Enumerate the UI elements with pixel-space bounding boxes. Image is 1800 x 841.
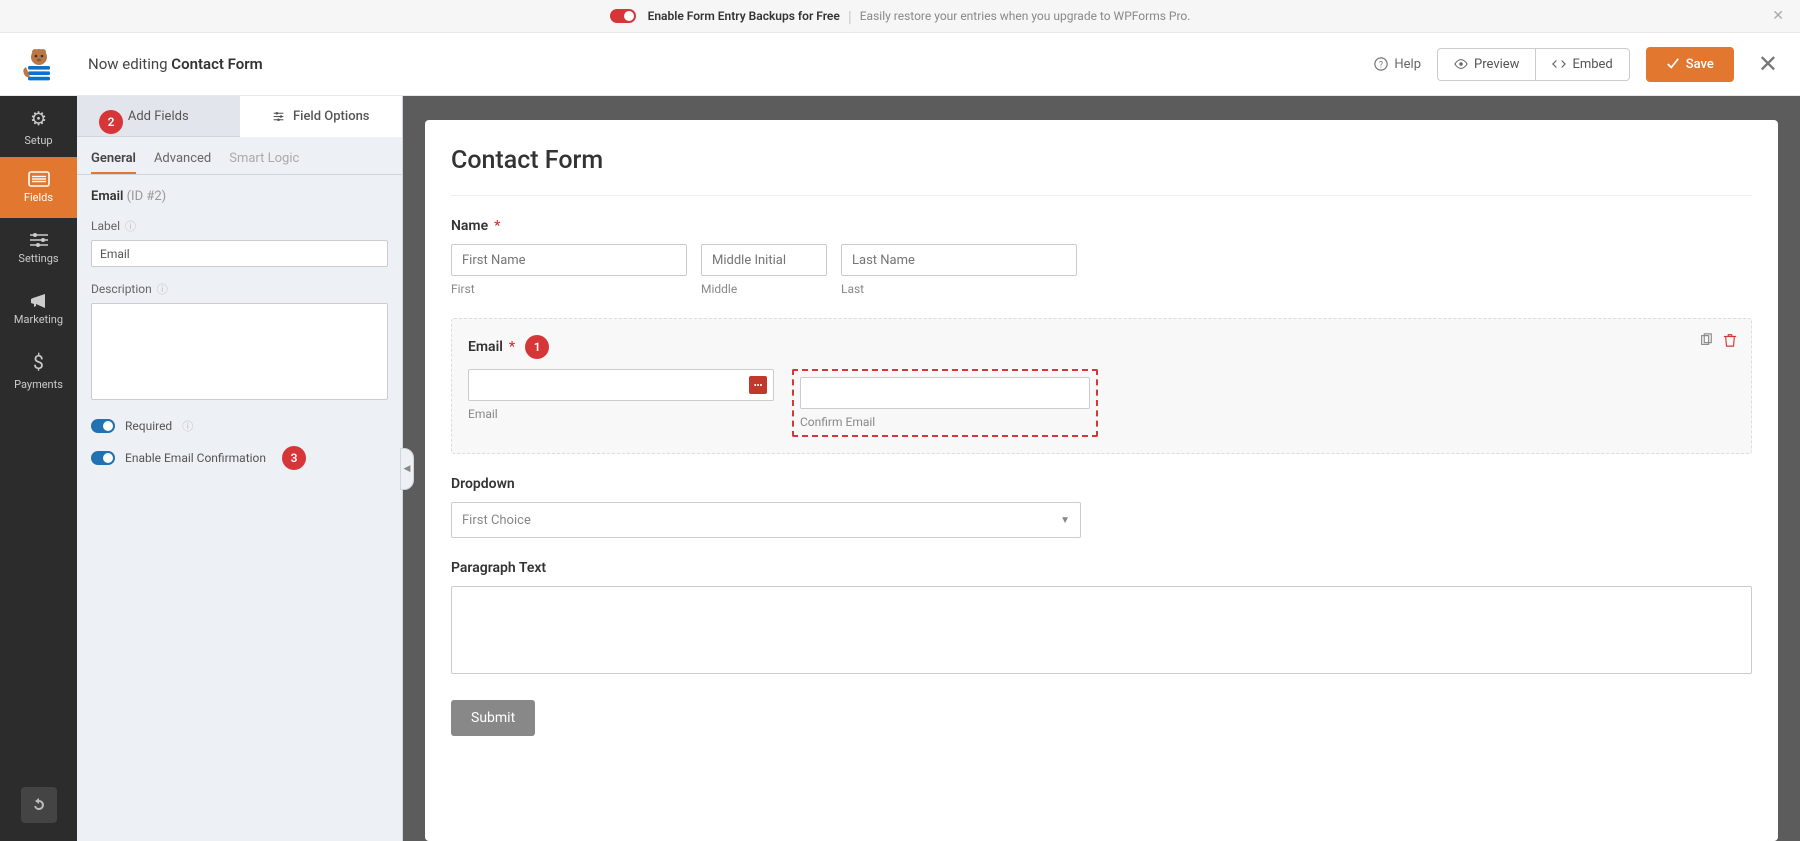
embed-button[interactable]: Embed: [1535, 48, 1629, 81]
help-link[interactable]: ? Help: [1374, 57, 1421, 72]
required-toggle[interactable]: [91, 419, 115, 433]
required-asterisk: *: [494, 218, 500, 234]
collapse-panel-button[interactable]: ◀: [400, 448, 414, 490]
middle-initial-input[interactable]: [701, 244, 827, 276]
submit-button[interactable]: Submit: [451, 700, 535, 736]
field-paragraph[interactable]: Paragraph Text: [451, 560, 1752, 678]
svg-text:?: ?: [1379, 61, 1383, 71]
email-confirmation-label: Enable Email Confirmation: [125, 451, 266, 465]
sidebar-nav: ⚙ Setup Fields Settings Marketing $ Paym…: [0, 96, 77, 841]
help-icon[interactable]: ⓘ: [125, 218, 136, 234]
badge-3: 3: [282, 446, 306, 470]
tab-field-options[interactable]: Field Options: [240, 96, 403, 137]
form-preview: Contact Form Name * First Middle: [425, 120, 1778, 841]
help-icon: ?: [1374, 57, 1388, 71]
close-builder-icon[interactable]: ✕: [1754, 50, 1782, 78]
email-input[interactable]: [468, 369, 774, 401]
bullhorn-icon: [29, 293, 49, 309]
banner-sub-text: Easily restore your entries when you upg…: [860, 9, 1191, 23]
description-label: Description ⓘ: [91, 281, 388, 297]
preview-button[interactable]: Preview: [1437, 48, 1535, 81]
revert-icon: [31, 797, 47, 813]
nav-marketing[interactable]: Marketing: [0, 279, 77, 340]
options-panel: Add Fields 2 Field Options General Advan…: [77, 96, 403, 841]
form-icon: [28, 171, 50, 187]
form-title: Contact Form: [451, 146, 1752, 196]
banner-bold-text: Enable Form Entry Backups for Free: [648, 9, 840, 23]
help-icon[interactable]: ⓘ: [182, 418, 193, 434]
sliders-icon: [29, 232, 49, 248]
tab-add-fields[interactable]: Add Fields 2: [77, 96, 240, 137]
save-button[interactable]: Save: [1646, 47, 1734, 82]
check-icon: [1666, 57, 1680, 71]
subtab-advanced[interactable]: Advanced: [154, 145, 211, 174]
paragraph-textarea[interactable]: [451, 586, 1752, 674]
subtab-smart-logic: Smart Logic: [229, 145, 299, 174]
field-email[interactable]: Email * 1 •••: [451, 318, 1752, 454]
chevron-down-icon: ▼: [1060, 515, 1070, 526]
required-asterisk: *: [509, 339, 515, 355]
badge-2: 2: [99, 110, 123, 134]
duplicate-icon[interactable]: [1699, 333, 1713, 347]
email-confirmation-toggle[interactable]: [91, 451, 115, 465]
gear-icon: ⚙: [30, 107, 47, 130]
label-label: Label ⓘ: [91, 218, 388, 234]
field-dropdown[interactable]: Dropdown First Choice ▼: [451, 476, 1752, 538]
last-name-input[interactable]: [841, 244, 1077, 276]
label-input[interactable]: [91, 240, 388, 267]
code-icon: [1552, 57, 1566, 71]
nav-setup[interactable]: ⚙ Setup: [0, 96, 77, 157]
eye-icon: [1454, 57, 1468, 71]
trash-icon[interactable]: [1723, 333, 1737, 347]
password-manager-icon[interactable]: •••: [749, 376, 767, 394]
dollar-icon: $: [33, 351, 44, 374]
first-name-input[interactable]: [451, 244, 687, 276]
banner-toggle[interactable]: [610, 9, 636, 23]
section-title: Email (ID #2): [91, 189, 388, 204]
canvas: Contact Form Name * First Middle: [403, 96, 1800, 841]
subtab-general[interactable]: General: [91, 145, 136, 174]
revert-button[interactable]: [21, 787, 57, 823]
badge-1: 1: [525, 335, 549, 359]
header-button-group: Preview Embed: [1437, 48, 1630, 81]
required-toggle-label: Required: [125, 419, 172, 433]
dropdown-select[interactable]: First Choice ▼: [451, 502, 1081, 538]
description-textarea[interactable]: [91, 303, 388, 400]
sliders-icon: [272, 110, 285, 123]
nav-payments[interactable]: $ Payments: [0, 340, 77, 401]
nav-settings[interactable]: Settings: [0, 218, 77, 279]
header-bar: Now editing Contact Form ? Help Preview …: [0, 33, 1800, 96]
close-icon[interactable]: ✕: [1772, 8, 1784, 24]
confirm-email-input[interactable]: [800, 377, 1090, 409]
editing-label: Now editing Contact Form: [88, 55, 263, 73]
field-name[interactable]: Name * First Middle Last: [451, 218, 1752, 296]
wpforms-logo: [18, 43, 60, 85]
help-icon[interactable]: ⓘ: [157, 281, 168, 297]
nav-fields[interactable]: Fields: [0, 157, 77, 218]
promo-banner: Enable Form Entry Backups for Free | Eas…: [0, 0, 1800, 33]
